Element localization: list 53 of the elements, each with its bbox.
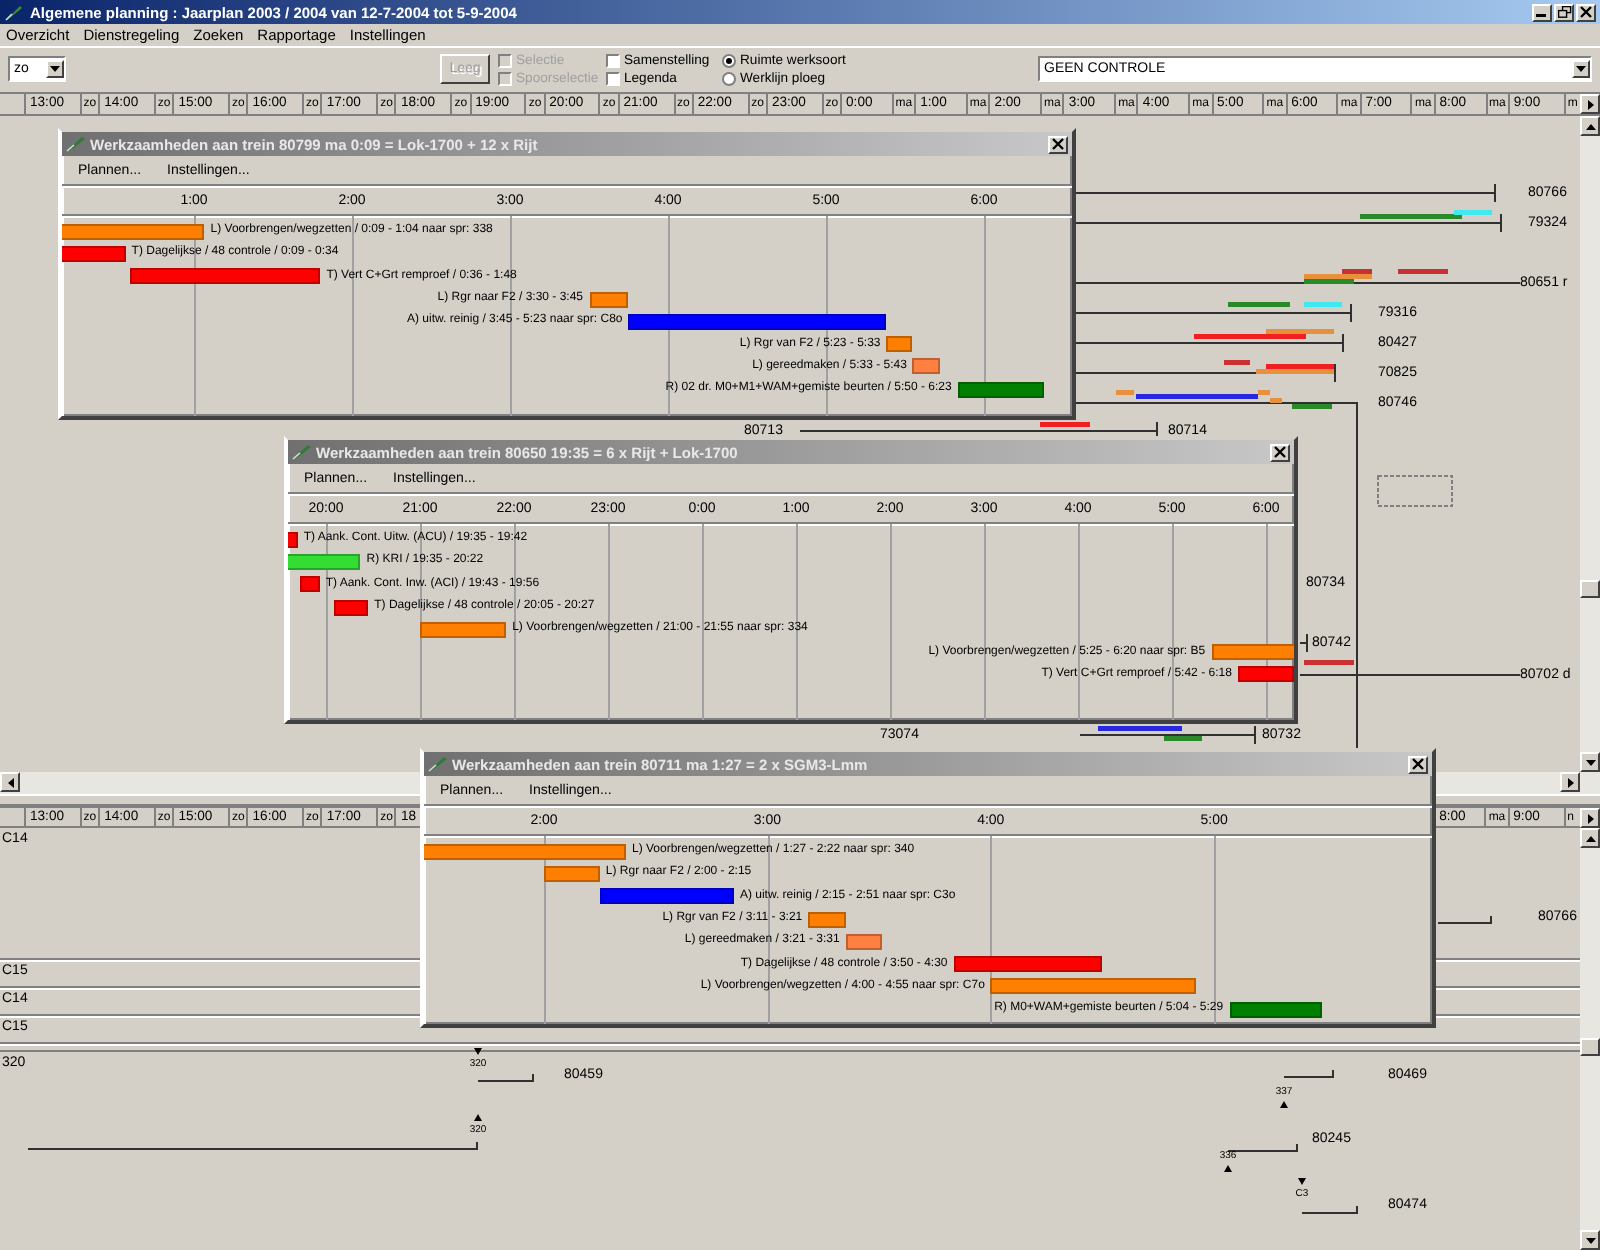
scroll-thumb[interactable]: [1580, 1038, 1600, 1056]
train-line: [1301, 1205, 1359, 1215]
checkbox[interactable]: [606, 72, 620, 87]
close-button[interactable]: [1408, 755, 1428, 773]
train-line: [1227, 1143, 1299, 1153]
train-line: [1437, 915, 1493, 925]
close-icon: [1052, 138, 1064, 150]
minimize-button[interactable]: [1532, 3, 1552, 21]
scroll-down-button[interactable]: [1580, 752, 1600, 772]
caret-icon: [7, 777, 13, 787]
train-line: [1283, 1069, 1335, 1079]
close-button[interactable]: [1048, 135, 1068, 153]
train-line: [1299, 633, 1308, 653]
scroll-up-button[interactable]: [1580, 116, 1600, 136]
caret-icon: [1585, 835, 1595, 841]
close-icon: [1274, 446, 1286, 458]
radio-button[interactable]: [722, 72, 736, 87]
scroll-right-button[interactable]: [1580, 808, 1600, 828]
caret-icon: [1587, 813, 1593, 823]
restore-icon: [1557, 6, 1571, 18]
scroll-up-button[interactable]: [1580, 828, 1600, 848]
quill-icon: [66, 136, 86, 152]
restore-button[interactable]: [1554, 3, 1574, 21]
dropdown-arrow-icon: [50, 66, 60, 72]
radio-button[interactable]: [722, 53, 736, 68]
marker-triangle-icon: [1280, 1101, 1288, 1108]
vertical-scrollbar[interactable]: [1580, 828, 1600, 1250]
marker-triangle-icon: [1224, 1165, 1232, 1172]
caret-icon: [1585, 759, 1595, 765]
selection-rectangle: [1377, 475, 1453, 507]
close-button[interactable]: [1576, 3, 1596, 21]
train-line: [477, 1073, 535, 1083]
quill-icon: [4, 3, 24, 21]
checkbox[interactable]: [606, 53, 620, 68]
scroll-thumb[interactable]: [1580, 580, 1600, 598]
caret-icon: [1585, 123, 1595, 129]
marker-triangle-icon: [474, 1114, 482, 1121]
quill-icon: [292, 444, 312, 460]
close-button[interactable]: [1270, 443, 1290, 461]
dropdown-arrow-icon: [1576, 66, 1586, 72]
close-icon: [1412, 758, 1424, 770]
quill-icon: [428, 756, 448, 772]
scroll-left-button[interactable]: [0, 772, 20, 792]
marker-triangle-icon: [1298, 1178, 1306, 1185]
caret-icon: [1585, 1237, 1595, 1243]
close-icon: [1580, 6, 1592, 18]
caret-icon: [1567, 777, 1573, 787]
marker-triangle-icon: [474, 1048, 482, 1055]
caret-icon: [1587, 99, 1593, 109]
scroll-down-button[interactable]: [1580, 1230, 1600, 1250]
scroll-right-button[interactable]: [1560, 772, 1580, 792]
vertical-scrollbar[interactable]: [1580, 116, 1600, 772]
scroll-right-button[interactable]: [1580, 94, 1600, 114]
